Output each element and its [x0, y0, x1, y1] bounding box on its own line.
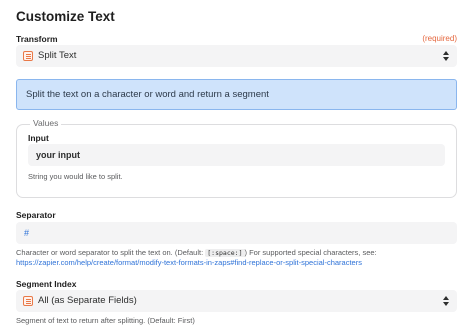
separator-field-value: #: [24, 228, 30, 238]
separator-help-link[interactable]: https://zapier.com/help/create/format/mo…: [16, 258, 362, 267]
separator-help-text: Character or word separator to split the…: [16, 248, 457, 268]
separator-help-suffix: ) For supported special characters, see:: [244, 248, 377, 257]
select-arrows-icon: [443, 51, 449, 61]
input-field-value: your input: [36, 150, 80, 160]
segment-index-label: Segment Index: [16, 279, 77, 289]
segment-index-select-value: All (as Separate Fields): [38, 295, 137, 306]
info-banner-text: Split the text on a character or word an…: [26, 89, 269, 100]
segment-index-help-text: Segment of text to return after splittin…: [16, 316, 195, 325]
input-label: Input: [28, 133, 49, 143]
input-field[interactable]: your input: [28, 144, 445, 166]
formatter-app-icon: [23, 51, 33, 61]
select-arrows-icon: [443, 296, 449, 306]
separator-label: Separator: [16, 210, 56, 220]
separator-help-prefix: Character or word separator to split the…: [16, 248, 206, 257]
page-title: Customize Text: [16, 9, 115, 24]
transform-label: Transform: [16, 34, 58, 44]
required-indicator: (required): [422, 34, 457, 43]
separator-field[interactable]: #: [16, 222, 457, 244]
separator-help-code: [:space:]: [205, 249, 245, 257]
segment-option-icon: [23, 296, 33, 306]
values-legend: Values: [30, 118, 62, 128]
input-help-text: String you would like to split.: [28, 172, 123, 181]
transform-select-value: Split Text: [38, 50, 77, 61]
transform-select[interactable]: Split Text: [16, 45, 457, 67]
segment-index-select[interactable]: All (as Separate Fields): [16, 290, 457, 312]
info-banner: Split the text on a character or word an…: [16, 79, 457, 110]
